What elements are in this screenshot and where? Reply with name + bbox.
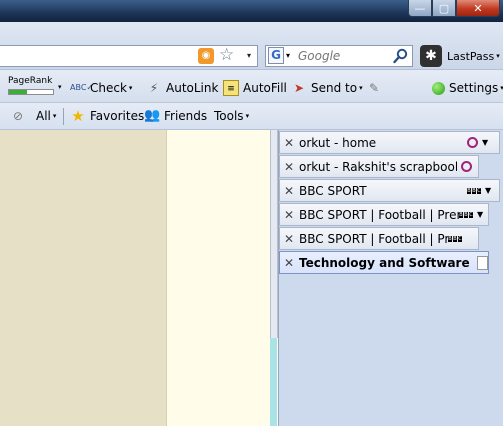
pagerank-bar [8,89,54,95]
window-controls: — ▢ ✕ [408,0,500,18]
chevron-down-icon: ▾ [245,112,250,120]
chevron-down-icon[interactable]: ▼ [482,138,488,147]
lastpass-button[interactable]: ✱ LastPass ▾ [420,44,500,68]
minimize-button[interactable]: — [408,0,432,17]
tab-title: BBC SPORT | Football | Prem... [299,207,459,222]
orkut-icon [461,161,472,172]
tab-close-icon[interactable]: ✕ [282,232,296,246]
autolink-button[interactable]: ⚡ AutoLink [146,77,219,99]
tools-menu-button[interactable]: Tools ▾ [214,105,249,127]
friends-icon: 👥 [144,108,161,123]
lastpass-label: LastPass [447,49,495,63]
page-content-left [0,130,166,426]
settings-button[interactable]: Settings ▾ [432,77,503,99]
chevron-down-icon: ▾ [496,52,500,60]
send-to-label: Send to [311,81,358,95]
tab-item-active[interactable]: ✕ Technology and Software Re... [279,251,489,274]
orkut-icon [467,137,478,148]
tab-close-icon[interactable]: ✕ [282,160,296,174]
tab-title: orkut - Rakshit's scrapbook [299,159,457,174]
google-engine-icon[interactable]: G [268,47,284,64]
autofill-label: AutoFill [243,81,287,95]
tab-close-icon[interactable]: ✕ [282,184,296,198]
all-label: All [36,109,51,123]
tab-title: BBC SPORT [299,183,367,198]
maximize-button[interactable]: ▢ [432,0,456,17]
tab-item[interactable]: ✕ BBC SPORT | Football | Pre... BBC [279,227,479,250]
tab-item[interactable]: ✕ orkut - home ▼ [279,131,500,154]
close-button[interactable]: ✕ [456,0,500,17]
tab-title: orkut - home [299,135,377,150]
sidebar-splitter[interactable] [270,130,278,338]
bbc-icon: BBC [459,211,473,218]
page-scroll-accent [270,338,277,426]
chevron-down-icon[interactable]: ▼ [477,210,483,219]
bbc-icon: BBC [448,235,462,242]
send-to-button[interactable]: ➤ Send to ▾ [291,77,363,99]
chevron-down-icon: ▾ [359,84,363,92]
favorites-label: Favorites [90,109,145,123]
spellcheck-icon: ABC✓ [70,83,94,92]
settings-label: Settings [449,81,499,95]
bbc-icon: BBC [467,187,481,194]
highlighter-icon: ✎ [368,81,380,95]
toolbar-separator [63,108,64,125]
favorites-button[interactable]: ★ Favorites [70,105,144,127]
highlight-button[interactable]: ✎ [366,77,386,99]
tab-item[interactable]: ✕ BBC SPORT | Football | Prem... BBC ▼ [279,203,489,226]
tab-close-icon[interactable]: ✕ [282,208,296,222]
check-label: Check [90,81,127,95]
autolink-label: AutoLink [166,81,219,95]
tab-item[interactable]: ✕ BBC SPORT BBC ▼ [279,179,500,202]
chevron-down-icon: ▾ [52,112,57,120]
search-icon[interactable] [393,48,408,64]
address-dropdown-icon[interactable]: ▾ [244,48,254,64]
magic-wand-icon: ⚡ [149,81,159,95]
chevron-down-icon[interactable]: ▼ [485,186,491,195]
page-content-column [166,130,270,426]
page-icon [477,255,488,270]
pagerank-label: PageRank [8,76,53,86]
tab-close-icon[interactable]: ✕ [282,136,296,150]
friends-button[interactable]: 👥 Friends [144,105,207,127]
chevron-down-icon: ▾ [128,84,133,92]
tab-title: BBC SPORT | Football | Pre... [299,231,448,246]
engine-dropdown-icon[interactable]: ▾ [286,48,294,64]
settings-status-icon [432,81,445,95]
autofill-button[interactable]: ≡ AutoFill [223,77,287,99]
tab-item[interactable]: ✕ orkut - Rakshit's scrapbook [279,155,479,178]
bookmark-star-icon[interactable]: ☆ [219,45,237,65]
favorites-star-icon: ★ [71,107,85,125]
chevron-down-icon: ▾ [58,83,62,91]
pagerank-meter[interactable]: PageRank ▾ [0,76,62,98]
tab-title: Technology and Software Re... [299,255,471,270]
tag-icon: ⊘ [12,109,24,123]
tab-close-icon[interactable]: ✕ [282,256,296,270]
send-to-icon: ➤ [293,81,305,95]
search-input[interactable] [298,46,388,66]
lastpass-icon: ✱ [420,45,442,67]
friends-label: Friends [164,109,208,123]
tools-label: Tools [214,109,244,123]
bookmarks-all-button[interactable]: ⊘ All ▾ [10,105,56,127]
spell-check-button[interactable]: ABC✓ Check ▾ [70,77,132,99]
autofill-icon: ≡ [223,80,239,96]
rss-feed-icon[interactable]: ◉ [198,48,214,64]
